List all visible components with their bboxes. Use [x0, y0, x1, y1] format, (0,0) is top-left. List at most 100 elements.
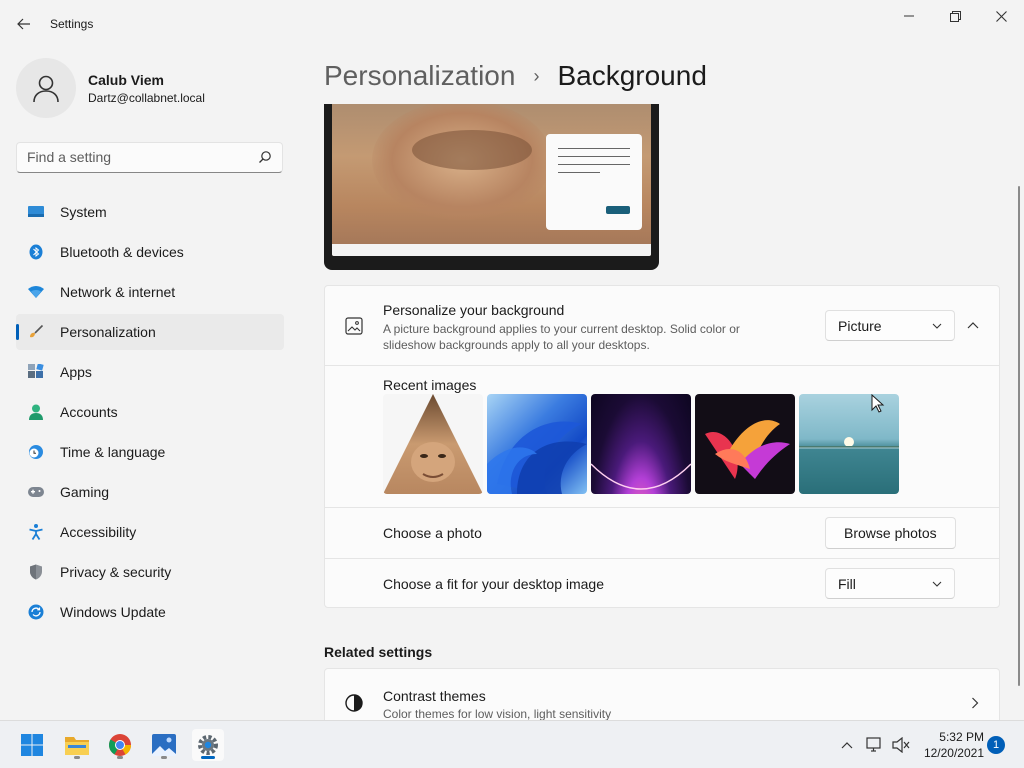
file-explorer-icon: [65, 737, 89, 755]
breadcrumb-separator: ›: [533, 65, 540, 86]
picture-icon: [345, 317, 363, 335]
app-title: Settings: [50, 17, 94, 31]
recent-images-list: [383, 394, 899, 494]
scrollbar[interactable]: [1018, 186, 1020, 686]
sidebar-item-label: Accessibility: [60, 524, 137, 540]
sidebar-item-network[interactable]: Network & internet: [16, 274, 284, 310]
system-icon: [28, 204, 44, 220]
sidebar-item-accounts[interactable]: Accounts: [16, 394, 284, 430]
file-explorer-button[interactable]: [61, 729, 93, 761]
personalize-background-title: Personalize your background: [383, 302, 565, 318]
windows-start-icon: [21, 734, 43, 756]
background-type-dropdown[interactable]: Picture: [825, 310, 955, 341]
sidebar-item-label: Windows Update: [60, 604, 166, 620]
sidebar-item-system[interactable]: System: [16, 194, 284, 230]
notification-badge[interactable]: 1: [987, 736, 1005, 754]
sidebar-item-label: Privacy & security: [60, 564, 172, 580]
settings-gear-icon: [198, 735, 218, 755]
preview-window-mock: [546, 134, 642, 230]
sidebar-item-windows-update[interactable]: Windows Update: [16, 594, 284, 630]
back-button[interactable]: [12, 10, 36, 38]
chrome-icon: [109, 734, 131, 756]
search-box[interactable]: [16, 142, 283, 173]
accounts-icon: [28, 404, 44, 420]
minimize-button[interactable]: [886, 4, 932, 28]
user-avatar-icon: [33, 75, 59, 103]
photos-icon: [152, 734, 176, 756]
recent-image-thumbnail[interactable]: [383, 394, 483, 494]
personalize-background-row: Personalize your background A picture ba…: [325, 286, 999, 365]
sidebar-item-bluetooth[interactable]: Bluetooth & devices: [16, 234, 284, 270]
breadcrumb: Personalization › Background: [324, 56, 707, 96]
background-settings-card: Personalize your background A picture ba…: [324, 285, 1000, 608]
minimize-icon: [904, 15, 914, 17]
user-profile[interactable]: Calub Viem Dartz@collabnet.local: [16, 58, 286, 118]
choose-fit-label: Choose a fit for your desktop image: [383, 576, 605, 592]
chevron-down-icon: [932, 323, 942, 329]
accessibility-icon: [28, 524, 44, 540]
chevron-right-icon: [972, 697, 979, 709]
sidebar-item-label: Time & language: [60, 444, 166, 460]
photos-button[interactable]: [148, 729, 180, 761]
contrast-themes-card[interactable]: Contrast themes Color themes for low vis…: [324, 668, 1000, 720]
preview-taskbar: [332, 244, 651, 256]
browse-photos-button[interactable]: Browse photos: [825, 517, 956, 549]
sidebar-item-label: Network & internet: [60, 284, 176, 300]
recent-images-label: Recent images: [383, 377, 477, 393]
sidebar-item-label: Personalization: [60, 324, 156, 340]
gaming-icon: [28, 484, 44, 500]
bluetooth-icon: [28, 244, 44, 260]
sidebar-item-accessibility[interactable]: Accessibility: [16, 514, 284, 550]
apps-icon: [28, 364, 44, 380]
sidebar-item-personalization[interactable]: Personalization: [16, 314, 284, 350]
contrast-icon: [345, 694, 363, 712]
network-icon: [28, 284, 44, 300]
recent-image-thumbnail[interactable]: [591, 394, 691, 494]
breadcrumb-parent[interactable]: Personalization: [324, 60, 515, 92]
settings-app-button[interactable]: [192, 729, 224, 761]
taskbar: 5:32 PM 12/20/2021 1: [0, 720, 1024, 768]
restore-icon: [949, 10, 961, 22]
sidebar-item-label: System: [60, 204, 107, 220]
recent-image-thumbnail[interactable]: [487, 394, 587, 494]
volume-muted-icon: [892, 737, 910, 753]
sidebar-item-label: Gaming: [60, 484, 110, 500]
page-title: Background: [557, 60, 707, 91]
back-arrow-icon: [17, 18, 30, 30]
sidebar-item-time-language[interactable]: Time & language: [16, 434, 284, 470]
contrast-themes-row[interactable]: Contrast themes Color themes for low vis…: [325, 669, 999, 720]
sidebar-item-apps[interactable]: Apps: [16, 354, 284, 390]
choose-photo-label: Choose a photo: [383, 525, 482, 541]
search-icon[interactable]: [258, 150, 272, 164]
chrome-button[interactable]: [104, 729, 136, 761]
user-name: Calub Viem: [88, 72, 164, 88]
network-tray-button[interactable]: [864, 721, 886, 768]
collapse-button[interactable]: [961, 313, 985, 337]
chevron-up-icon: [967, 322, 979, 329]
main-content[interactable]: Personalize your background A picture ba…: [316, 104, 1008, 720]
restore-button[interactable]: [932, 4, 978, 28]
avatar: [16, 58, 76, 118]
show-hidden-icons-button[interactable]: [836, 721, 858, 768]
start-button[interactable]: [16, 729, 48, 761]
sidebar-item-gaming[interactable]: Gaming: [16, 474, 284, 510]
clock[interactable]: 5:32 PM 12/20/2021: [918, 729, 984, 761]
close-icon: [995, 10, 1007, 22]
related-settings-heading: Related settings: [324, 644, 433, 660]
preview-wallpaper: [332, 104, 651, 256]
mouse-cursor-icon: [871, 394, 885, 413]
sidebar-item-privacy[interactable]: Privacy & security: [16, 554, 284, 590]
sidebar-item-label: Accounts: [60, 404, 118, 420]
user-email: Dartz@collabnet.local: [88, 91, 205, 105]
search-input[interactable]: [27, 149, 247, 165]
choose-photo-row: Choose a photo Browse photos: [325, 507, 999, 558]
clock-time: 5:32 PM: [939, 730, 984, 744]
close-button[interactable]: [978, 4, 1024, 28]
recent-image-thumbnail[interactable]: [695, 394, 795, 494]
personalization-brush-icon: [28, 324, 44, 340]
fit-dropdown[interactable]: Fill: [825, 568, 955, 599]
privacy-shield-icon: [28, 564, 44, 580]
volume-tray-button[interactable]: [890, 721, 912, 768]
sidebar-item-label: Apps: [60, 364, 92, 380]
contrast-themes-title: Contrast themes: [383, 688, 486, 704]
